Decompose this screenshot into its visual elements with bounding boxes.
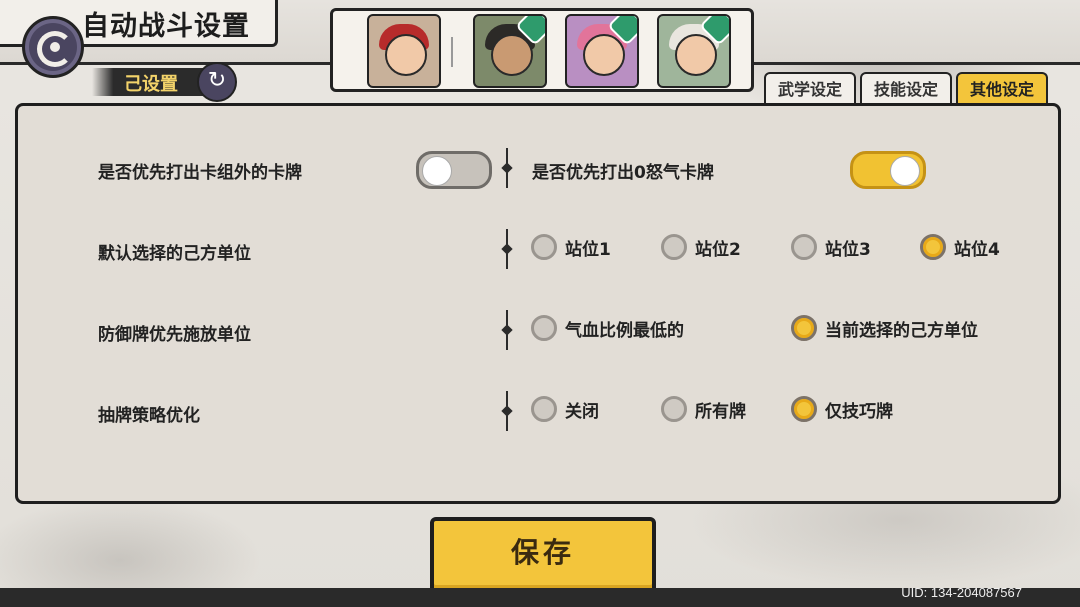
portrait-hero-1[interactable] <box>367 14 441 88</box>
radio-label: 站位3 <box>825 239 871 260</box>
radio-label: 站位2 <box>695 239 741 260</box>
radio-label: 气血比例最低的 <box>565 320 684 341</box>
back-icon[interactable] <box>22 16 84 78</box>
radio-dot <box>661 234 687 260</box>
hero-4-face <box>675 34 717 76</box>
hero-2-face <box>491 34 533 76</box>
preset-tag-label: 己设置 <box>124 74 178 95</box>
team-portraits <box>330 8 754 92</box>
portrait-hero-3[interactable] <box>565 14 639 88</box>
radio-draw-off[interactable]: 关闭 <box>531 396 599 422</box>
radio-dot <box>791 315 817 341</box>
radio-position-1[interactable]: 站位1 <box>531 234 611 260</box>
radio-dot <box>531 315 557 341</box>
radio-label: 关闭 <box>565 401 599 422</box>
portrait-divider <box>451 37 453 67</box>
radio-dot <box>531 396 557 422</box>
radio-draw-all[interactable]: 所有牌 <box>661 396 746 422</box>
column-divider <box>506 229 508 269</box>
radio-lowest-hp[interactable]: 气血比例最低的 <box>531 315 684 341</box>
radio-label: 当前选择的己方单位 <box>825 320 978 341</box>
radio-label: 所有牌 <box>695 401 746 422</box>
preset-tag: 己设置 <box>92 68 210 96</box>
row4-label: 抽牌策略优化 <box>98 406 200 426</box>
radio-dot <box>531 234 557 260</box>
radio-position-3[interactable]: 站位3 <box>791 234 871 260</box>
radio-dot <box>791 234 817 260</box>
tab-skills[interactable]: 技能设定 <box>860 72 952 106</box>
radio-label: 仅技巧牌 <box>825 401 893 422</box>
save-button[interactable]: 保存 <box>430 517 656 595</box>
radio-dot <box>920 234 946 260</box>
uid-label: UID: 134-204087567 <box>901 585 1022 600</box>
hero-1-face <box>385 34 427 76</box>
radio-current-selected-unit[interactable]: 当前选择的己方单位 <box>791 315 978 341</box>
toggle-zero-rage-cards[interactable] <box>850 151 926 189</box>
radio-draw-skill-only[interactable]: 仅技巧牌 <box>791 396 893 422</box>
row1-left-label: 是否优先打出卡组外的卡牌 <box>98 163 302 183</box>
page-title: 自动战斗设置 <box>82 11 250 42</box>
toggle-knob <box>422 156 452 186</box>
radio-position-4[interactable]: 站位4 <box>920 234 1000 260</box>
column-divider <box>506 391 508 431</box>
radio-dot <box>661 396 687 422</box>
toggle-knob <box>890 156 920 186</box>
radio-dot <box>791 396 817 422</box>
tab-martial-arts[interactable]: 武学设定 <box>764 72 856 106</box>
row3-label: 防御牌优先施放单位 <box>98 325 251 345</box>
column-divider <box>506 148 508 188</box>
row1-right-label: 是否优先打出0怒气卡牌 <box>532 163 714 183</box>
settings-panel: 是否优先打出卡组外的卡牌 是否优先打出0怒气卡牌 默认选择的己方单位 站位1 站… <box>15 103 1061 504</box>
hero-3-face <box>583 34 625 76</box>
radio-label: 站位1 <box>565 239 611 260</box>
portrait-hero-2[interactable] <box>473 14 547 88</box>
tab-other[interactable]: 其他设定 <box>956 72 1048 106</box>
refresh-icon[interactable]: ↻ <box>197 62 237 102</box>
portrait-hero-4[interactable] <box>657 14 731 88</box>
column-divider <box>506 310 508 350</box>
row2-label: 默认选择的己方单位 <box>98 244 251 264</box>
radio-position-2[interactable]: 站位2 <box>661 234 741 260</box>
radio-label: 站位4 <box>954 239 1000 260</box>
toggle-out-of-deck-cards[interactable] <box>416 151 492 189</box>
